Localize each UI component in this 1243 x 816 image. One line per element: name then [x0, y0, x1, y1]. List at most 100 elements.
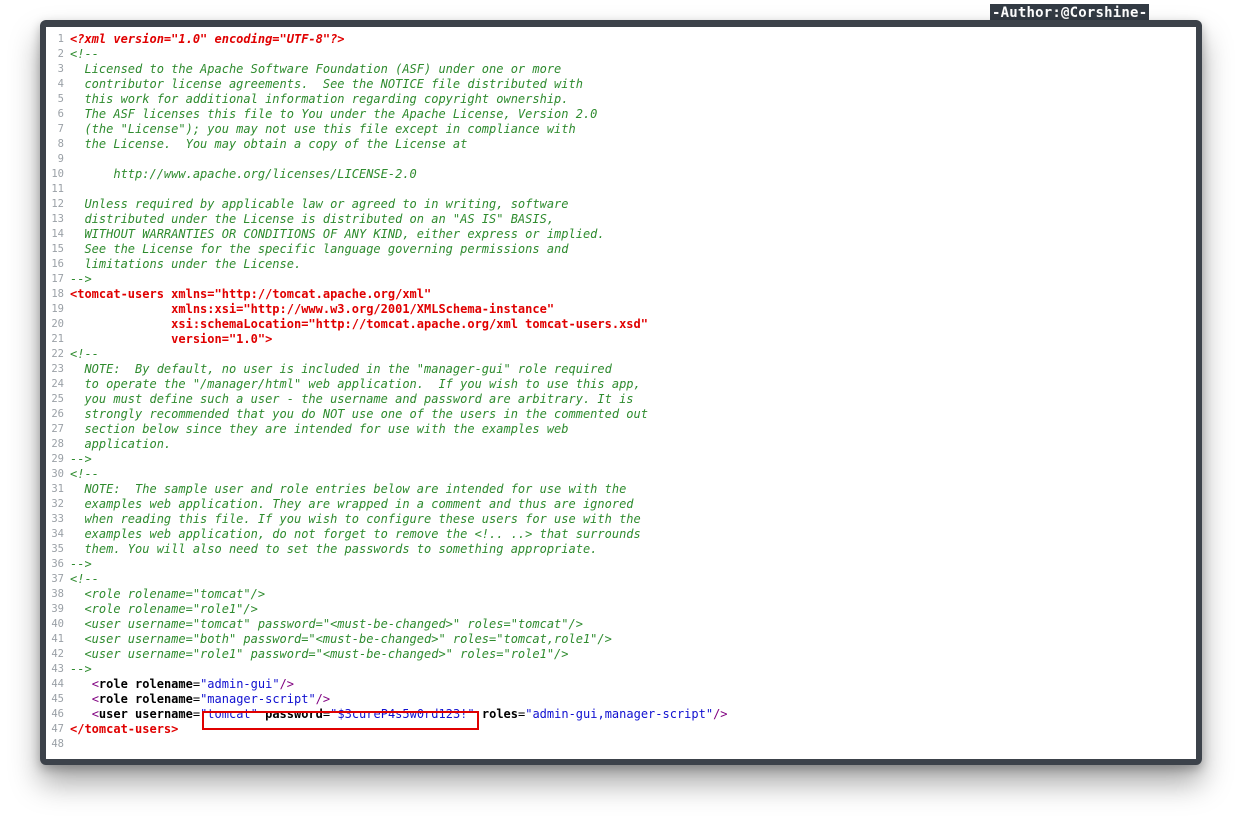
code-token: "admin-gui,manager-script"	[525, 707, 714, 721]
line-code: you must define such a user - the userna…	[70, 392, 633, 407]
line-number: 31	[51, 483, 64, 495]
code-line: 41 <user username="both" password="<must…	[46, 632, 1196, 647]
line-code: <user username="both" password="<must-be…	[70, 632, 612, 647]
line-number: 22	[51, 348, 64, 360]
line-number: 8	[57, 138, 64, 150]
code-token: the License. You may obtain a copy of th…	[70, 137, 468, 151]
code-line: 19 xmlns:xsi="http://www.w3.org/2001/XML…	[46, 302, 1196, 317]
code-token: role rolename	[98, 677, 193, 691]
code-line: 8 the License. You may obtain a copy of …	[46, 137, 1196, 152]
code-line: 40 <user username="tomcat" password="<mu…	[46, 617, 1196, 632]
code-token: this work for additional information reg…	[70, 92, 569, 106]
code-line: 2 <!--	[46, 47, 1196, 62]
code-token: NOTE: By default, no user is included in…	[70, 362, 612, 376]
line-code: xsi:schemaLocation="http://tomcat.apache…	[70, 317, 648, 332]
line-code: section below since they are intended fo…	[70, 422, 569, 437]
code-line: 20 xsi:schemaLocation="http://tomcat.apa…	[46, 317, 1196, 332]
line-number: 7	[57, 123, 64, 135]
code-token: http://www.apache.org/licenses/LICENSE-2…	[70, 167, 417, 181]
code-token: <!--	[70, 47, 99, 61]
line-code: http://www.apache.org/licenses/LICENSE-2…	[70, 167, 417, 182]
line-code: </tomcat-users>	[70, 722, 178, 737]
line-number: 2	[57, 48, 64, 60]
code-line: 13 distributed under the License is dist…	[46, 212, 1196, 227]
code-token: <user username="role1" password="<must-b…	[70, 647, 569, 661]
code-token: -->	[70, 452, 92, 466]
line-number: 11	[51, 183, 64, 195]
code-token: xsi:schemaLocation="http://tomcat.apache…	[70, 317, 648, 331]
line-number: 10	[51, 168, 64, 180]
code-token: <tomcat-users xmlns="http://tomcat.apach…	[70, 287, 432, 301]
line-number: 43	[51, 663, 64, 675]
line-number: 28	[51, 438, 64, 450]
code-token: -->	[70, 272, 92, 286]
code-token: </tomcat-users>	[70, 722, 179, 736]
line-number: 37	[51, 573, 64, 585]
line-code: NOTE: By default, no user is included in…	[70, 362, 612, 377]
code-token: <user username="tomcat" password="<must-…	[70, 617, 583, 631]
code-line: 42 <user username="role1" password="<mus…	[46, 647, 1196, 662]
code-line: 48	[46, 737, 1196, 752]
code-token: roles	[481, 707, 518, 721]
code-editor[interactable]: 1 <?xml version="1.0" encoding="UTF-8"?> 2…	[46, 27, 1196, 759]
line-code: the License. You may obtain a copy of th…	[70, 137, 467, 152]
line-code: NOTE: The sample user and role entries b…	[70, 482, 626, 497]
code-line: 35 them. You will also need to set the p…	[46, 542, 1196, 557]
code-token: <!--	[70, 467, 99, 481]
line-number: 39	[51, 603, 64, 615]
line-code: contributor license agreements. See the …	[70, 77, 583, 92]
line-number: 40	[51, 618, 64, 630]
line-code: <!--	[70, 572, 99, 587]
line-code: <!--	[70, 347, 99, 362]
line-number: 5	[57, 93, 64, 105]
line-number: 20	[51, 318, 64, 330]
code-line: 33 when reading this file. If you wish t…	[46, 512, 1196, 527]
line-code: Licensed to the Apache Software Foundati…	[70, 62, 561, 77]
code-token: <!--	[70, 572, 99, 586]
line-code: <!--	[70, 467, 99, 482]
code-line: 1 <?xml version="1.0" encoding="UTF-8"?>	[46, 32, 1196, 47]
code-line: 22 <!--	[46, 347, 1196, 362]
line-code: -->	[70, 272, 92, 287]
code-line: 5 this work for additional information r…	[46, 92, 1196, 107]
line-code: -->	[70, 557, 92, 572]
editor-window: 1 <?xml version="1.0" encoding="UTF-8"?> 2…	[40, 20, 1202, 765]
line-code: them. You will also need to set the pass…	[70, 542, 597, 557]
code-token: <role rolename="tomcat"/>	[70, 587, 266, 601]
code-line: 39 <role rolename="role1"/>	[46, 602, 1196, 617]
line-number: 36	[51, 558, 64, 570]
code-line: 29 -->	[46, 452, 1196, 467]
code-token: <user username="both" password="<must-be…	[70, 632, 612, 646]
code-token: to operate the "/manager/html" web appli…	[70, 377, 641, 391]
line-number: 4	[57, 78, 64, 90]
code-line: 34 examples web application, do not forg…	[46, 527, 1196, 542]
code-token: section below since they are intended fo…	[70, 422, 569, 436]
line-code: <?xml version="1.0" encoding="UTF-8"?>	[70, 32, 345, 47]
line-code: version="1.0">	[70, 332, 272, 347]
code-line: 37 <!--	[46, 572, 1196, 587]
line-code: -->	[70, 662, 92, 677]
line-code: <tomcat-users xmlns="http://tomcat.apach…	[70, 287, 431, 302]
code-token: (the "License"); you may not use this fi…	[70, 122, 576, 136]
line-code: <user username="role1" password="<must-b…	[70, 647, 569, 662]
code-line: 16 limitations under the License.	[46, 257, 1196, 272]
code-token: <	[91, 707, 99, 721]
code-line: 30 <!--	[46, 467, 1196, 482]
code-token: Unless required by applicable law or agr…	[70, 197, 569, 211]
code-line: 24 to operate the "/manager/html" web ap…	[46, 377, 1196, 392]
code-line: 3 Licensed to the Apache Software Founda…	[46, 62, 1196, 77]
code-line: 26 strongly recommended that you do NOT …	[46, 407, 1196, 422]
code-token: contributor license agreements. See the …	[70, 77, 583, 91]
code-line: 43 -->	[46, 662, 1196, 677]
line-code: <role rolename="tomcat"/>	[70, 587, 265, 602]
line-number: 23	[51, 363, 64, 375]
line-code: examples web application, do not forget …	[70, 527, 640, 542]
line-number: 47	[51, 723, 64, 735]
code-line: 31 NOTE: The sample user and role entrie…	[46, 482, 1196, 497]
code-line: 38 <role rolename="tomcat"/>	[46, 587, 1196, 602]
code-line: 36 -->	[46, 557, 1196, 572]
line-code: <role rolename="role1"/>	[70, 602, 257, 617]
line-code: when reading this file. If you wish to c…	[70, 512, 640, 527]
